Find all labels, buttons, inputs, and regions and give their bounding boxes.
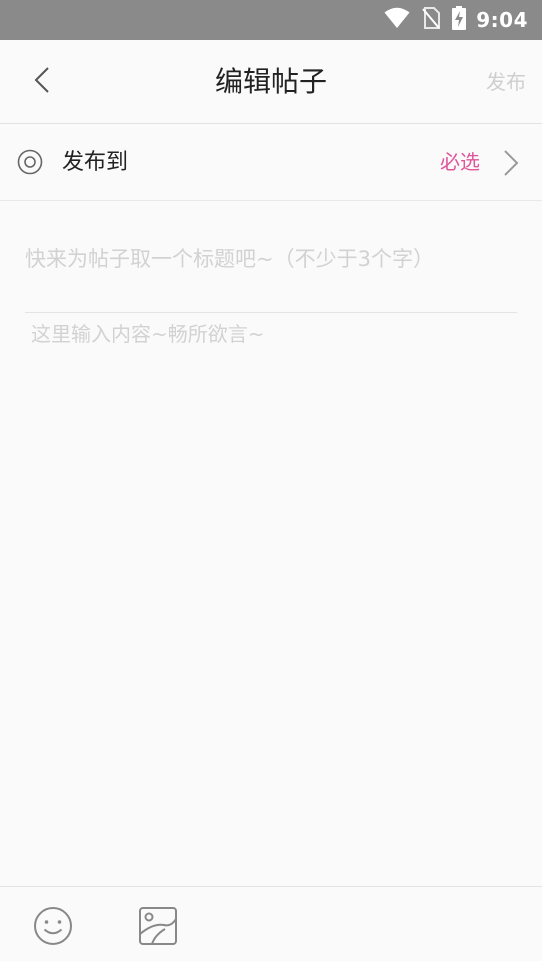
status-bar: 9:04 <box>0 0 542 40</box>
content-input[interactable] <box>31 318 517 858</box>
publish-to-row[interactable]: 发布到 必选 <box>0 124 542 201</box>
target-icon <box>17 149 43 175</box>
chevron-right-icon <box>502 149 520 177</box>
no-sim-icon <box>422 7 441 33</box>
screen: 9:04 编辑帖子 发布 发布到 必选 <box>0 0 542 961</box>
image-icon <box>137 907 179 951</box>
bottom-toolbar <box>0 886 542 961</box>
emoji-button[interactable] <box>32 905 74 947</box>
battery-charging-icon <box>452 6 467 34</box>
publish-button[interactable]: 发布 <box>486 40 526 124</box>
smiley-icon <box>32 907 74 951</box>
back-button[interactable] <box>18 58 66 106</box>
app-bar: 编辑帖子 发布 <box>0 40 542 124</box>
image-button[interactable] <box>137 905 179 947</box>
title-input[interactable] <box>25 232 517 313</box>
required-label: 必选 <box>440 150 480 174</box>
wifi-icon <box>384 7 410 33</box>
status-time: 9:04 <box>476 8 528 32</box>
page-title: 编辑帖子 <box>214 65 327 98</box>
chevron-left-icon <box>34 66 50 98</box>
publish-to-label: 发布到 <box>62 150 129 175</box>
